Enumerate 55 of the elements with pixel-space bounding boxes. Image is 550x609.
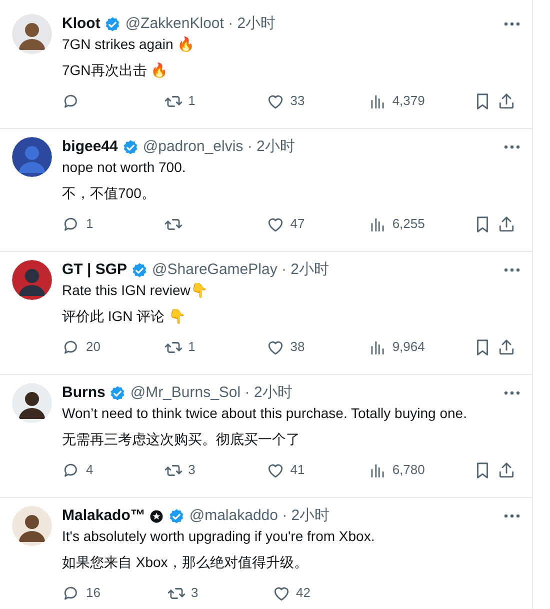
views-button[interactable]: 6,780 [368, 460, 425, 480]
translated-text: 7GN再次出击 🔥 [62, 61, 169, 80]
avatar-icon[interactable] [12, 260, 52, 300]
avatar-icon[interactable] [12, 14, 52, 54]
retweet-button[interactable]: 1 [164, 337, 196, 357]
more-options-icon[interactable] [504, 391, 520, 395]
like-button[interactable]: 42 [272, 583, 310, 603]
translated-text: 如果您来自 Xbox，那么绝对值得升级。 [62, 553, 309, 572]
share-button[interactable] [496, 92, 516, 110]
avatar-icon[interactable] [12, 383, 52, 423]
more-options-icon[interactable] [504, 22, 520, 26]
user-name[interactable]: Kloot [62, 12, 100, 36]
share-icon [496, 460, 516, 480]
reply-button[interactable]: 16 [62, 583, 100, 603]
translated-text: 无需再三考虑这次购买。彻底买一个了 [62, 430, 301, 449]
user-name[interactable]: GT | SGP [62, 258, 128, 282]
like-button[interactable]: 47 [266, 214, 305, 234]
share-icon [496, 214, 516, 234]
post-text: 7GN strikes again 🔥 [62, 35, 196, 54]
translated-text: 不，不值700。 [62, 184, 156, 203]
retweet-button[interactable]: 3 [164, 460, 196, 480]
like-button[interactable]: 41 [266, 460, 305, 480]
like-button[interactable]: 38 [266, 337, 305, 357]
translated-text: 评价此 IGN 评论 👇 [62, 307, 187, 326]
more-options-icon[interactable] [504, 268, 520, 272]
handle-and-time[interactable]: @malakaddo · 2小时 [189, 504, 330, 528]
more-options-icon[interactable] [504, 145, 520, 149]
share-icon [496, 338, 516, 356]
post-text: nope not worth 700. [62, 158, 187, 177]
post-text: Rate this IGN review👇 [62, 281, 208, 300]
like-button[interactable]: 33 [266, 91, 305, 111]
retweet-button[interactable]: 1 [164, 91, 196, 111]
handle-and-time[interactable]: @ShareGamePlay · 2小时 [152, 258, 329, 282]
views-button[interactable]: 9,964 [368, 337, 425, 357]
share-button[interactable] [496, 338, 516, 356]
retweet-button[interactable]: 3 [167, 583, 198, 603]
views-button[interactable]: 6,255 [368, 214, 425, 234]
handle-and-time[interactable]: @Mr_Burns_Sol · 2小时 [130, 382, 292, 404]
views-button[interactable]: 4,379 [368, 91, 425, 111]
share-button[interactable] [496, 214, 516, 234]
post-text: It's absolutely worth upgrading if you're from Xbox. [62, 527, 376, 546]
user-name[interactable]: Burns [62, 382, 106, 404]
handle-and-time[interactable]: @padron_elvis · 2小时 [142, 136, 295, 158]
reply-button[interactable]: 20 [62, 337, 100, 357]
post-text: Won’t need to think twice about this purchase. Totally buying one. [62, 404, 468, 423]
avatar-icon[interactable] [12, 137, 52, 177]
user-name[interactable]: bigee44 [62, 136, 118, 158]
avatar-icon[interactable] [12, 506, 52, 546]
reply-button[interactable]: 1 [62, 214, 94, 234]
user-name[interactable]: Malakado™ [62, 504, 146, 528]
handle-and-time[interactable]: @ZakkenKloot · 2小时 [125, 12, 276, 36]
share-button[interactable] [496, 460, 516, 480]
more-options-icon[interactable] [504, 514, 520, 518]
share-icon [496, 92, 516, 110]
reply-button[interactable]: 4 [62, 460, 94, 480]
